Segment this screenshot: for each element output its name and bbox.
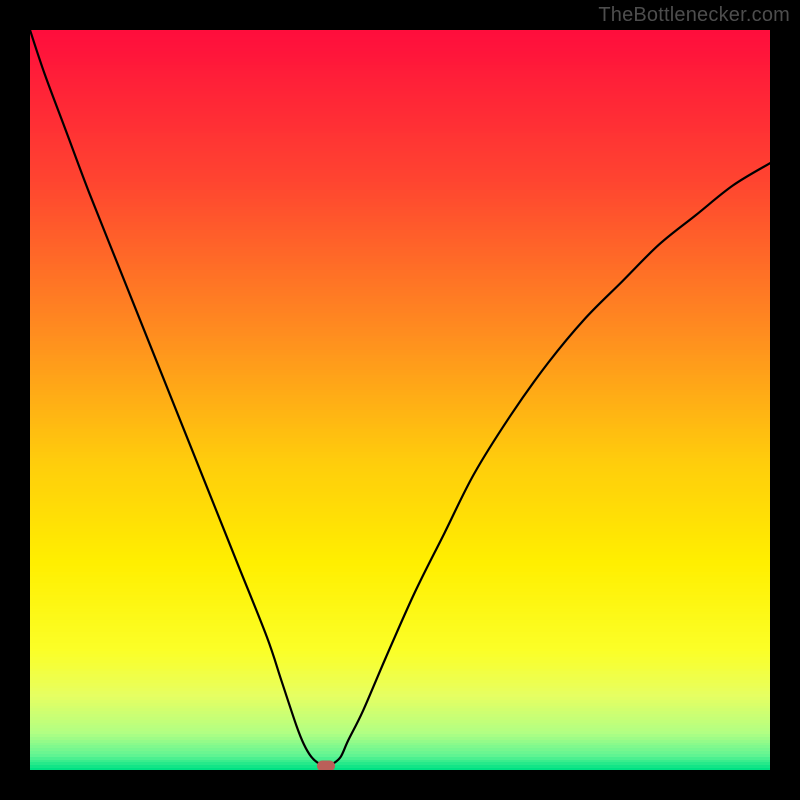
plot-area [30,30,770,770]
chart-frame: TheBottlenecker.com [0,0,800,800]
optimal-point-marker [317,761,335,770]
bottleneck-curve [30,30,770,770]
watermark-text: TheBottlenecker.com [598,4,790,27]
